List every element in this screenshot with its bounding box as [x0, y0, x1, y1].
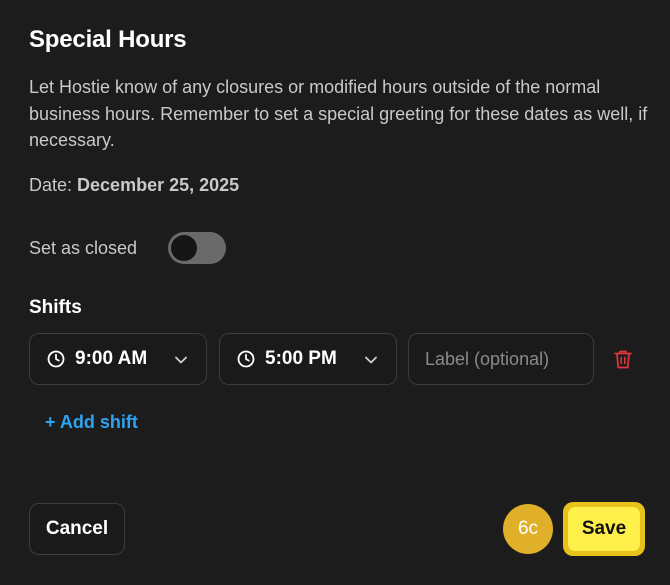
clock-icon — [47, 350, 65, 368]
avatar-badge: 6c — [503, 504, 553, 554]
set-closed-label: Set as closed — [29, 237, 138, 258]
toggle-knob — [171, 235, 197, 261]
shift-start-time-value: 9:00 AM — [75, 348, 148, 369]
chevron-down-icon — [175, 356, 187, 364]
shift-label-input[interactable] — [408, 333, 594, 385]
set-closed-toggle[interactable] — [168, 232, 226, 264]
clock-icon — [237, 350, 255, 368]
shifts-heading: Shifts — [29, 297, 82, 318]
save-button[interactable]: Save — [563, 502, 645, 556]
dialog-title: Special Hours — [29, 26, 187, 53]
dialog-description: Let Hostie know of any closures or modif… — [29, 77, 648, 150]
cancel-button[interactable]: Cancel — [29, 503, 125, 555]
save-button-label: Save — [568, 507, 640, 551]
set-closed-row: Set as closed — [29, 232, 226, 264]
date-value: December 25, 2025 — [77, 175, 240, 195]
shift-end-time-value: 5:00 PM — [265, 348, 337, 369]
shift-end-time-select[interactable]: 5:00 PM — [219, 333, 397, 385]
date-row: Date: December 25, 2025 — [29, 175, 239, 196]
trash-icon[interactable] — [612, 348, 634, 370]
chevron-down-icon — [365, 356, 377, 364]
special-hours-dialog: Special Hours Let Hostie know of any clo… — [0, 0, 670, 585]
date-label: Date: — [29, 175, 78, 195]
shift-start-time-select[interactable]: 9:00 AM — [29, 333, 207, 385]
add-shift-button[interactable]: + Add shift — [45, 412, 138, 433]
